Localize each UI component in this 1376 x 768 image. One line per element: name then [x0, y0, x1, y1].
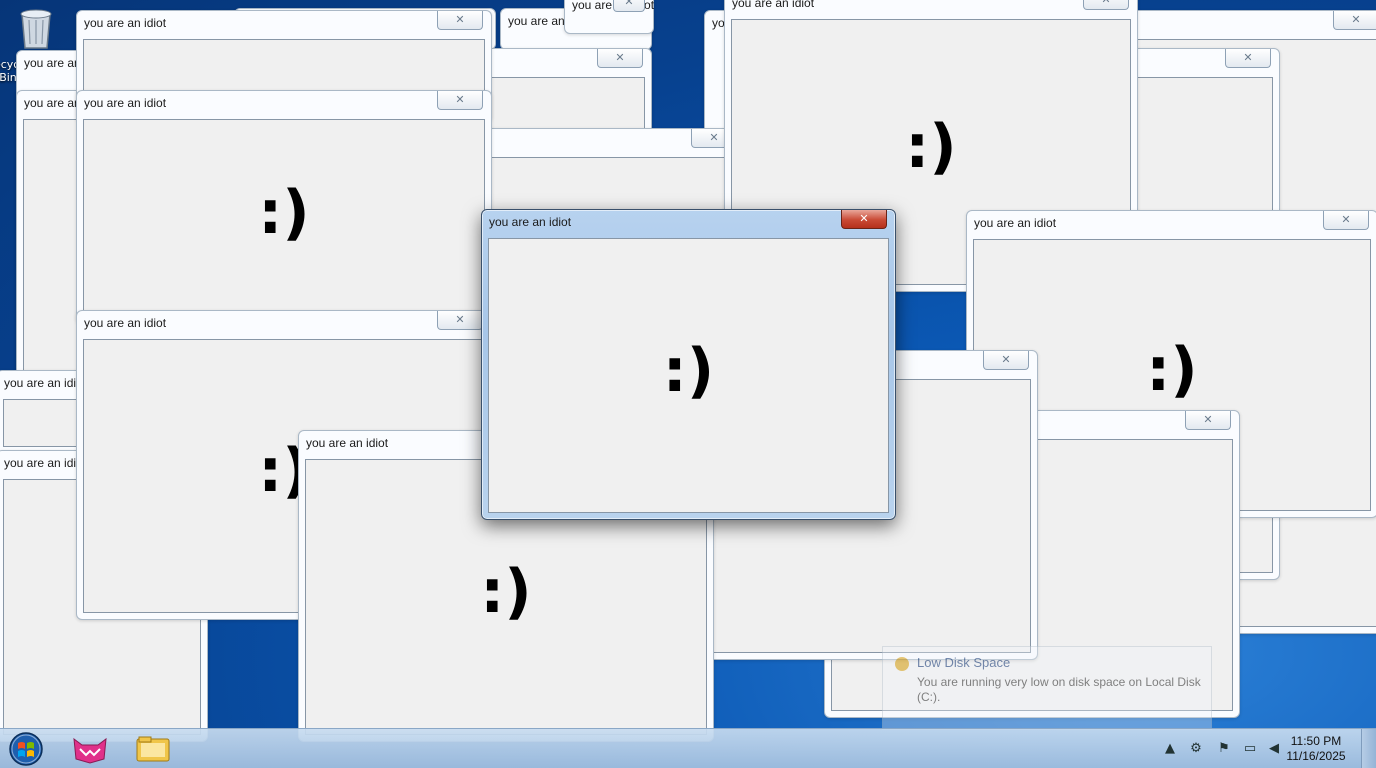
window-title: you are an idiot — [84, 316, 167, 330]
tray-arrow-icon[interactable]: ▲ — [1160, 739, 1180, 759]
window-title: you are an idiot — [4, 456, 87, 470]
smiley-face: :) — [662, 335, 715, 406]
window-title: you are an idiot — [4, 376, 87, 390]
window-title: you are an idiot — [306, 436, 389, 450]
notification-title: Low Disk Space — [917, 655, 1011, 670]
smiley-face: :) — [480, 557, 532, 628]
file-explorer-icon[interactable] — [133, 733, 173, 765]
action-center-icon[interactable]: ⚑ — [1214, 739, 1234, 759]
smiley-face: :) — [258, 178, 310, 249]
smiley-face: :) — [905, 112, 957, 183]
warning-icon — [895, 657, 909, 671]
close-button[interactable]: ✕ — [597, 49, 643, 68]
notification-balloon[interactable]: Low Disk Space You are running very low … — [882, 646, 1212, 730]
close-button[interactable]: ✕ — [613, 0, 645, 12]
close-button[interactable]: ✕ — [1185, 411, 1231, 430]
close-button[interactable]: ✕ — [1083, 0, 1129, 10]
network-icon[interactable]: ⚙ — [1186, 739, 1206, 759]
window-client-area: :) — [488, 238, 889, 513]
popup-window[interactable]: you are an idiot — [0, 370, 88, 454]
taskbar-clock[interactable]: 11:50 PM 11/16/2025 — [1276, 734, 1356, 764]
clock-time: 11:50 PM — [1290, 734, 1342, 748]
show-desktop-button[interactable] — [1361, 729, 1376, 768]
window-client-area — [3, 399, 81, 447]
display-icon[interactable]: ▭ — [1240, 739, 1260, 759]
window-title: you are an idiot — [489, 215, 572, 229]
clock-date: 11/16/2025 — [1286, 749, 1346, 763]
popup-window[interactable]: you are an idiot ✕ :) — [76, 90, 492, 324]
window-title: you are an idiot — [84, 96, 167, 110]
window-client-area: :) — [83, 119, 485, 317]
active-popup-window[interactable]: you are an idiot ✕ :) — [481, 209, 896, 520]
pink-cat-app-icon[interactable] — [70, 733, 110, 765]
start-orb-icon[interactable] — [6, 731, 46, 767]
notification-body: You are running very low on disk space o… — [917, 675, 1201, 704]
desktop: Recycle Bin you are an idiot you are an … — [0, 0, 1376, 768]
window-title: you are an idiot — [732, 0, 815, 10]
close-button[interactable]: ✕ — [1225, 49, 1271, 68]
close-button[interactable]: ✕ — [1333, 11, 1376, 30]
window-title: you are an idiot — [84, 16, 167, 30]
taskbar: ▲ ⚙ ⚑ ▭ ◀ 11:50 PM 11/16/2025 — [0, 728, 1376, 768]
close-button[interactable]: ✕ — [437, 11, 483, 30]
popup-window[interactable]: you are an idiot ✕ — [564, 0, 654, 34]
close-button[interactable]: ✕ — [437, 91, 483, 110]
window-title: you are an idiot — [974, 216, 1057, 230]
close-button[interactable]: ✕ — [437, 311, 483, 330]
close-button[interactable]: ✕ — [983, 351, 1029, 370]
recycle-bin-icon[interactable] — [16, 6, 56, 50]
close-button[interactable]: ✕ — [841, 210, 887, 229]
close-button[interactable]: ✕ — [1323, 211, 1369, 230]
